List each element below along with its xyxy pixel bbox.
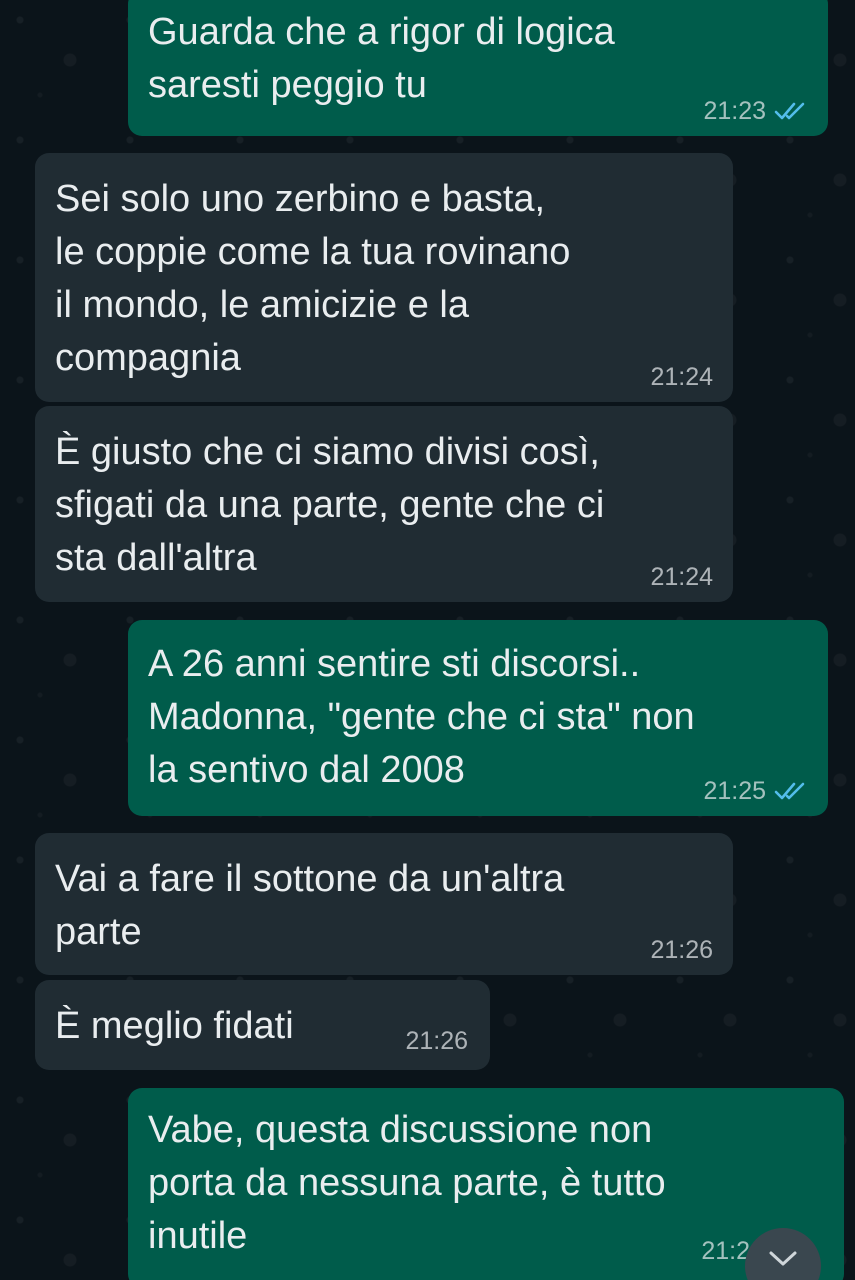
message-bubble-incoming[interactable]: Vai a fare il sottone da un'altra parte … [35,833,733,975]
message-time: 21:26 [650,936,713,964]
chevron-down-icon [769,1251,797,1266]
message-time: 21:23 [703,97,766,125]
message-text: È giusto che ci siamo divisi così, sfiga… [55,431,605,579]
message-meta: 21:26 [405,1026,468,1056]
message-time: 21:24 [650,363,713,391]
message-time: 21:24 [650,563,713,591]
message-time: 21:26 [405,1027,468,1055]
message-time: 21:2 [701,1237,750,1265]
message-bubble-incoming[interactable]: Sei solo uno zerbino e basta, le coppie … [35,153,733,402]
double-check-icon [774,782,805,800]
message-text: Vai a fare il sottone da un'altra parte [55,858,565,953]
message-bubble-outgoing[interactable]: Vabe, questa discussione non porta da ne… [128,1088,844,1280]
message-time: 21:25 [703,777,766,805]
message-meta: 21:23 [703,96,808,126]
message-bubble-incoming[interactable]: È meglio fidati 21:26 [35,980,490,1070]
message-meta: 21:26 [650,935,713,965]
message-meta: 21:24 [650,362,713,392]
message-meta: 21:2 [701,1236,750,1266]
message-bubble-incoming[interactable]: È giusto che ci siamo divisi così, sfiga… [35,406,733,602]
message-text: A 26 anni sentire sti discorsi.. Madonna… [148,643,695,791]
message-bubble-outgoing[interactable]: A 26 anni sentire sti discorsi.. Madonna… [128,620,828,816]
message-list[interactable]: Guarda che a rigor di logica saresti peg… [0,0,855,1280]
message-text: Sei solo uno zerbino e basta, le coppie … [55,178,571,379]
double-check-icon [774,102,805,120]
message-bubble-outgoing[interactable]: Guarda che a rigor di logica saresti peg… [128,0,828,136]
message-meta: 21:24 [650,562,713,592]
message-meta: 21:25 [703,776,808,806]
